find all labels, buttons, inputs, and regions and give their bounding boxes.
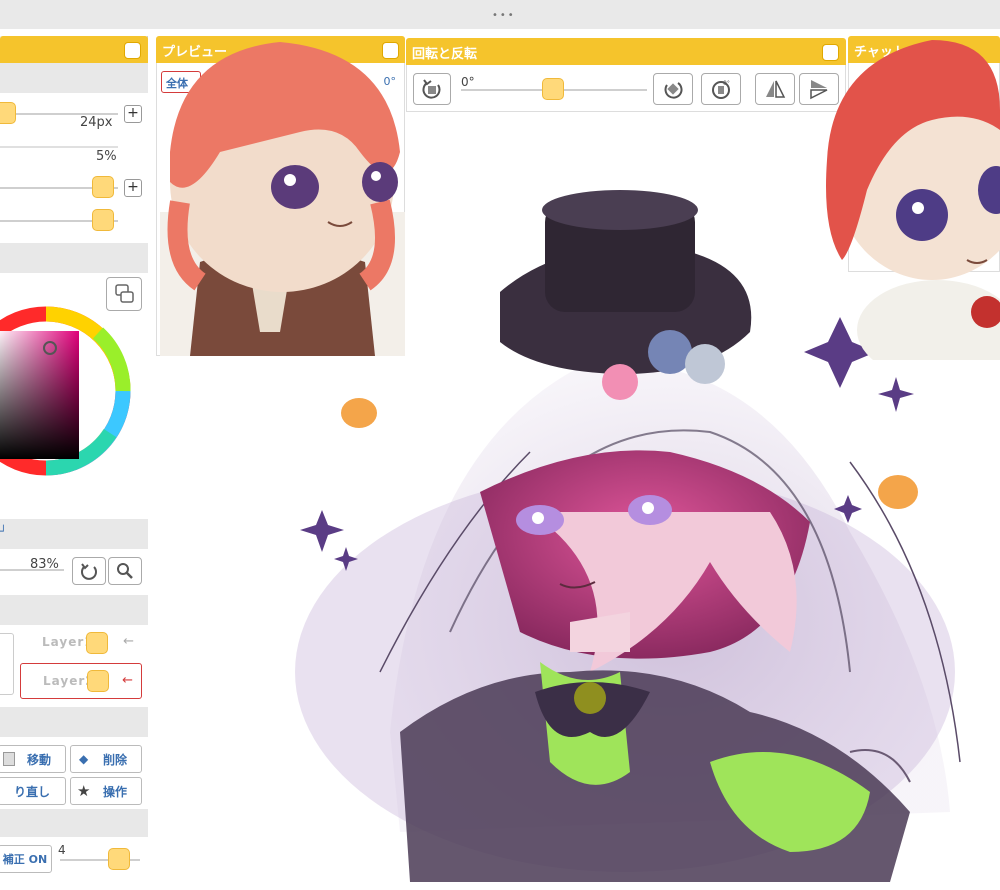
left-tool-panel: + 24px 5% + ┘ 83% Layer1 ← Layer2 ← 移動 ◆… — [0, 36, 148, 890]
multitask-dots[interactable]: ••• — [492, 10, 516, 21]
rotate-reset-icon[interactable]: 0° — [701, 73, 741, 105]
action-section-header — [0, 707, 148, 737]
brush-opacity-value: 5% — [96, 149, 117, 164]
plush-doll-image-right — [826, 40, 1000, 360]
magnifier-icon[interactable] — [108, 557, 142, 585]
stabilizer-value: 4 — [58, 843, 66, 857]
brush-param-plus-button[interactable]: + — [124, 179, 142, 197]
rotate-knob[interactable] — [542, 78, 564, 100]
stabilizer-settings: 補正 ON 4 — [0, 837, 148, 890]
delete-button[interactable]: ◆ 削除 — [70, 745, 142, 773]
action-buttons: 移動 ◆ 削除 り直し ★ 操作 — [0, 737, 148, 809]
rotate-panel-header: 回転と反転 — [406, 38, 846, 65]
brush-size-plus-button[interactable]: + — [124, 105, 142, 123]
zoom-reset-icon[interactable] — [72, 557, 106, 585]
rotate-panel-title: 回転と反転 — [412, 47, 478, 62]
flip-horizontal-icon[interactable] — [755, 73, 795, 105]
layer-opacity-knob[interactable] — [87, 670, 109, 692]
layer-list: Layer1 ← Layer2 ← — [0, 625, 148, 707]
stabilizer-knob[interactable] — [108, 848, 130, 870]
move-icon — [3, 752, 15, 766]
layer-arrow-icon[interactable]: ← — [123, 634, 134, 649]
color-swap-icon[interactable] — [106, 277, 142, 311]
left-panel-close-box[interactable] — [124, 42, 141, 59]
plush-doll-image-left — [160, 42, 405, 356]
brush-param-knob[interactable] — [92, 176, 114, 198]
rotate-panel: 0° 0° — [406, 65, 846, 112]
layer-arrow-icon[interactable]: ← — [122, 673, 133, 688]
brush-settings: + 24px 5% + — [0, 93, 148, 243]
rotate-angle-value: 0° — [461, 75, 475, 89]
layer-row-2-selected[interactable]: Layer2 ← — [20, 663, 142, 699]
svg-text:0°: 0° — [723, 80, 730, 87]
left-panel-header — [0, 36, 148, 63]
rotate-left-icon[interactable] — [413, 73, 451, 105]
zoom-section-header: ┘ — [0, 519, 148, 549]
move-button[interactable]: 移動 — [0, 745, 66, 773]
layer-section-header — [0, 595, 148, 625]
redo-button[interactable]: り直し — [0, 777, 66, 805]
zoom-value: 83% — [30, 557, 59, 572]
brush-size-value: 24px — [80, 115, 113, 130]
zoom-settings: 83% — [0, 549, 148, 595]
rotate-right-icon[interactable] — [653, 73, 693, 105]
star-icon: ★ — [77, 782, 91, 800]
stabilizer-toggle[interactable]: 補正 ON — [0, 845, 52, 873]
layer-opacity-knob[interactable] — [86, 632, 108, 654]
brush-param2-knob[interactable] — [92, 209, 114, 231]
stabilizer-section-header — [0, 809, 148, 837]
layer-row-1[interactable]: Layer1 ← — [20, 625, 142, 661]
eraser-icon: ◆ — [79, 752, 89, 766]
color-section-header — [0, 243, 148, 273]
top-bar: ••• — [0, 0, 1000, 29]
brush-opacity-track[interactable] — [0, 146, 118, 148]
color-picker — [0, 273, 148, 519]
layer-side-handle[interactable] — [0, 633, 14, 695]
operate-button[interactable]: ★ 操作 — [70, 777, 142, 805]
brush-section-header — [0, 63, 148, 93]
brush-size-knob[interactable] — [0, 102, 16, 124]
